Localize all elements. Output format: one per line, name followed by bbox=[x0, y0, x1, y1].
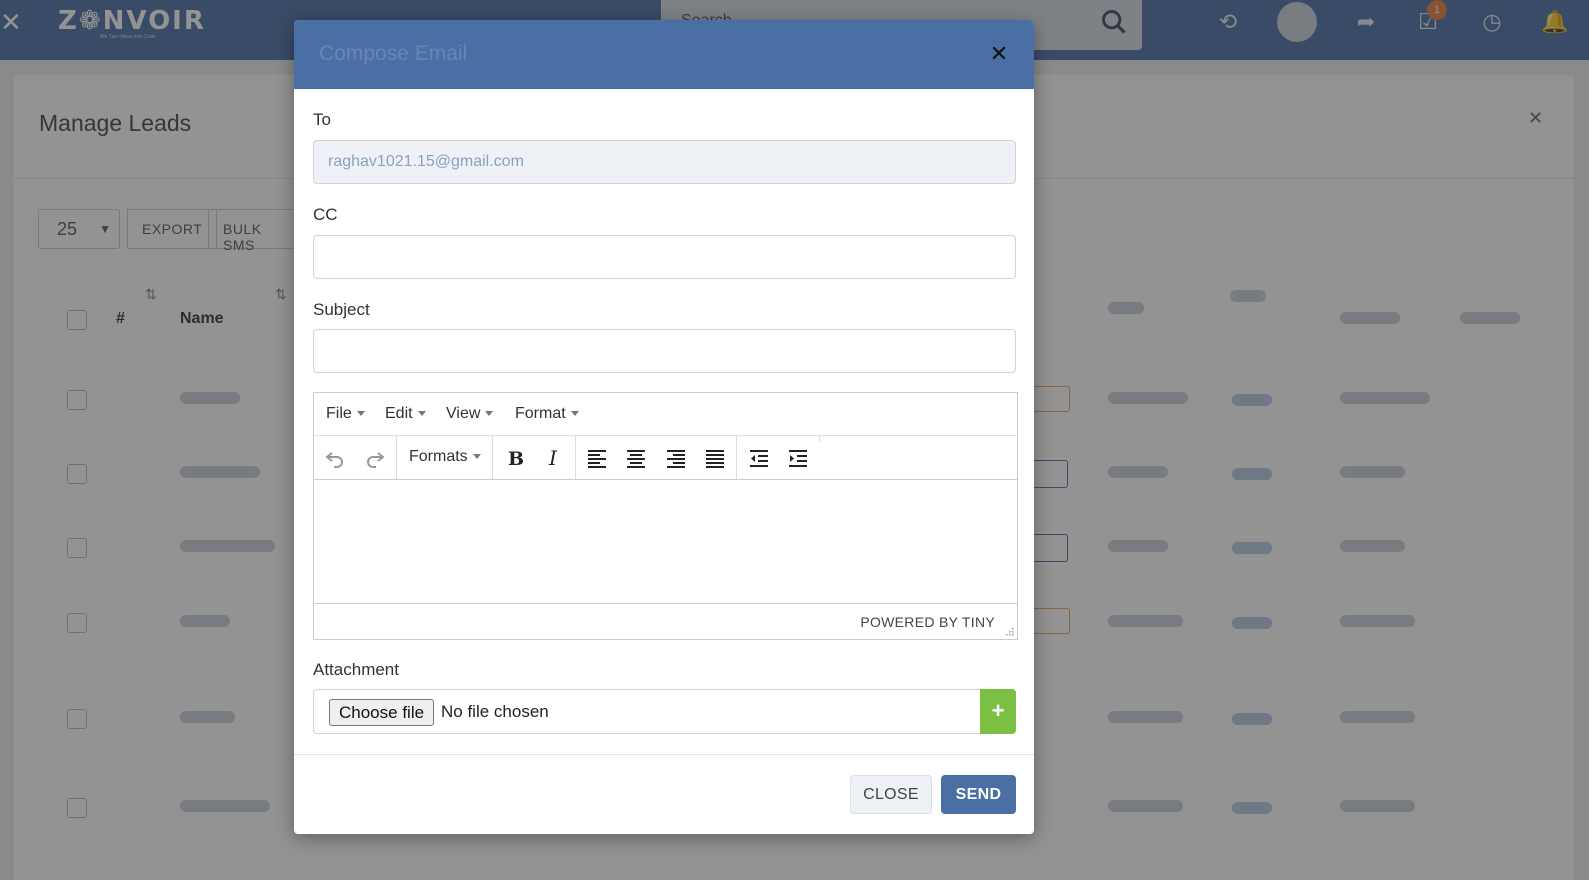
to-label: To bbox=[313, 110, 331, 129]
menu-format[interactable]: Format bbox=[515, 405, 579, 423]
modal-header: Compose Email ✕ bbox=[294, 20, 1034, 89]
compose-email-modal: Compose Email ✕ To CC Subject File Edit … bbox=[294, 20, 1034, 834]
toolbar-separator bbox=[396, 436, 397, 479]
add-attachment-button[interactable]: + bbox=[980, 689, 1016, 734]
plus-icon: + bbox=[991, 698, 1005, 723]
cc-field[interactable] bbox=[313, 235, 1016, 279]
choose-file-button[interactable]: Choose file bbox=[329, 699, 435, 726]
modal-title: Compose Email bbox=[319, 42, 468, 65]
align-right-icon[interactable] bbox=[661, 444, 691, 472]
close-icon[interactable]: ✕ bbox=[987, 42, 1011, 66]
subject-label: Subject bbox=[313, 300, 370, 319]
editor-content-area[interactable] bbox=[314, 481, 1017, 603]
bold-icon[interactable]: B bbox=[499, 444, 529, 472]
caret-down-icon bbox=[356, 411, 365, 417]
editor-toolbar: Formats B I bbox=[314, 436, 1017, 480]
toolbar-separator bbox=[575, 436, 576, 479]
cc-label: CC bbox=[313, 205, 338, 224]
editor-menubar: File Edit View Format bbox=[314, 393, 1017, 436]
caret-down-icon bbox=[472, 454, 481, 460]
align-center-icon[interactable] bbox=[621, 444, 651, 472]
editor-statusbar: POWERED BY TINY bbox=[314, 603, 1017, 639]
caret-down-icon bbox=[417, 411, 426, 417]
align-left-icon[interactable] bbox=[582, 444, 612, 472]
attachment-input: Choose file No file chosen + bbox=[313, 689, 1016, 734]
toolbar-separator bbox=[736, 436, 737, 479]
caret-down-icon bbox=[485, 411, 494, 417]
resize-handle-icon[interactable] bbox=[1004, 626, 1014, 636]
outdent-icon[interactable] bbox=[744, 444, 774, 472]
to-field[interactable] bbox=[313, 140, 1016, 184]
toolbar-separator bbox=[819, 436, 820, 442]
menu-view[interactable]: View bbox=[446, 405, 494, 423]
redo-icon[interactable] bbox=[360, 444, 390, 472]
formats-dropdown[interactable]: Formats bbox=[409, 448, 481, 466]
svg-text:B: B bbox=[508, 448, 524, 470]
divider bbox=[294, 754, 1034, 755]
toolbar-separator bbox=[492, 436, 493, 479]
powered-by-link[interactable]: POWERED BY TINY bbox=[860, 614, 995, 630]
attachment-label: Attachment bbox=[313, 660, 399, 679]
send-button[interactable]: SEND bbox=[941, 775, 1016, 814]
italic-icon[interactable]: I bbox=[539, 444, 569, 472]
rich-text-editor: File Edit View Format Formats B I POWERE… bbox=[313, 392, 1018, 640]
close-button[interactable]: CLOSE bbox=[850, 775, 932, 814]
undo-icon[interactable] bbox=[320, 444, 350, 472]
subject-field[interactable] bbox=[313, 329, 1016, 373]
file-status: No file chosen bbox=[441, 702, 549, 721]
caret-down-icon bbox=[570, 411, 579, 417]
menu-file[interactable]: File bbox=[326, 405, 365, 423]
svg-text:I: I bbox=[548, 446, 558, 470]
menu-edit[interactable]: Edit bbox=[385, 405, 426, 423]
indent-icon[interactable] bbox=[783, 444, 813, 472]
align-justify-icon[interactable] bbox=[700, 444, 730, 472]
